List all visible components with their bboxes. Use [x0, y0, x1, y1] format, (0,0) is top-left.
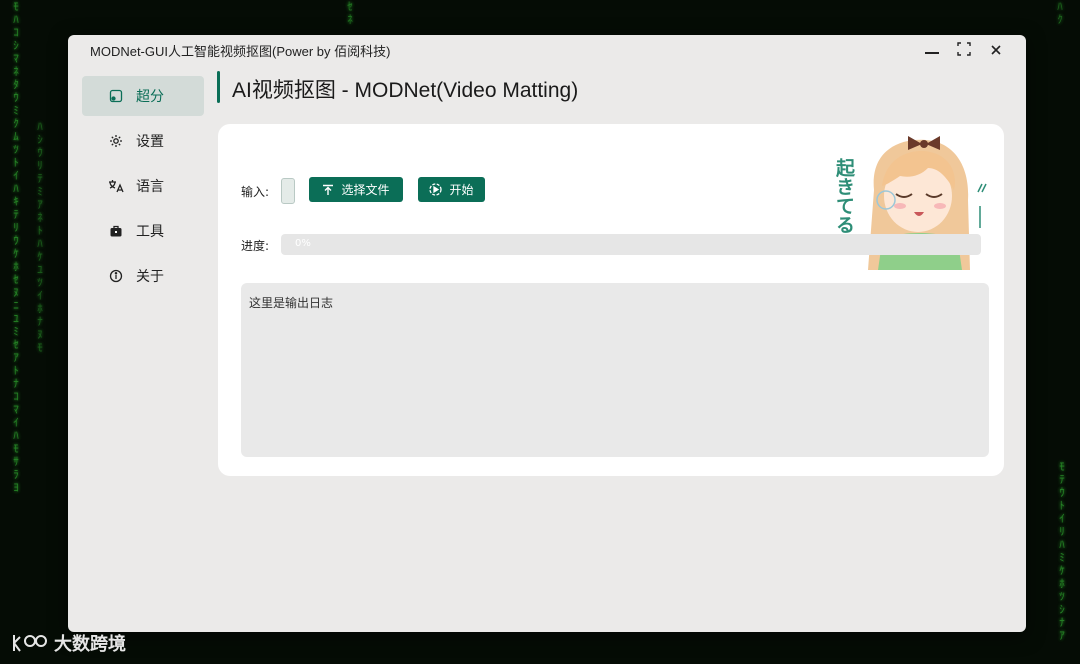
progress-label: 进度:	[241, 239, 270, 253]
translate-icon	[108, 178, 124, 194]
sidebar-item-language[interactable]: 语言	[82, 166, 204, 206]
watermark-text: 大数跨境	[54, 634, 126, 655]
matrix-rain-left: ﾓ ﾊ ｺ ｼ ﾏ ﾈ ﾀ ｳ ﾐ ｸ ﾑ ﾂ ﾄ ｲ ﾊ ｷ ﾃ ﾘ ｳ ｹ …	[13, 0, 19, 494]
choose-file-button[interactable]: 选择文件	[309, 177, 403, 202]
main-card: 起きてる 输入: 选择文件 开始 进度: 0% 这里是输出日志	[218, 124, 1004, 476]
matrix-rain-left-2: ﾊ ｼ ｳ ﾘ ﾃ ﾐ ｱ ﾈ ﾄ ﾊ ｹ ﾕ ﾂ ｲ ﾎ ﾅ ﾇ ﾓ	[37, 120, 43, 354]
maximize-button[interactable]	[948, 39, 980, 63]
matrix-rain-top: ｾ ﾈ	[347, 0, 353, 26]
input-label: 输入:	[241, 185, 270, 199]
progress-text: 0%	[295, 238, 311, 249]
app-title: MODNet-GUI人工智能视频抠图(Power by 佰阅科技)	[90, 44, 391, 59]
mascot-caption: 起きてる	[833, 158, 856, 234]
sidebar-item-label: 语言	[136, 179, 164, 195]
close-icon	[991, 45, 1001, 55]
start-label: 开始	[449, 183, 474, 197]
sidebar-item-super-resolution[interactable]: 超分	[82, 76, 204, 116]
play-circle-icon	[429, 183, 443, 196]
close-button[interactable]	[980, 39, 1012, 63]
minimize-icon	[925, 52, 939, 54]
watermark-logo-icon	[13, 635, 47, 652]
sidebar-item-label: 超分	[136, 89, 164, 105]
sidebar-item-settings[interactable]: 设置	[82, 121, 204, 161]
minimize-button[interactable]	[916, 39, 948, 63]
maximize-icon	[957, 42, 971, 56]
sidebar-item-label: 工具	[136, 224, 164, 240]
gear-icon	[108, 133, 124, 149]
matrix-rain-right: ﾓ ﾃ ｳ ﾄ ｲ ﾘ ﾊ ﾐ ｹ ﾎ ﾂ ｼ ﾅ ｱ	[1059, 460, 1065, 642]
sidebar-item-label: 关于	[136, 269, 164, 285]
matrix-rain-right-top: ﾊ ｸ	[1057, 0, 1063, 26]
sidebar-item-about[interactable]: 关于	[82, 256, 204, 296]
page-title: AI视频抠图 - MODNet(Video Matting)	[232, 79, 579, 102]
app-window: MODNet-GUI人工智能视频抠图(Power by 佰阅科技) 超分 设置	[68, 35, 1026, 632]
input-path-field[interactable]	[281, 178, 295, 204]
upload-icon	[323, 184, 334, 195]
choose-file-label: 选择文件	[341, 183, 390, 197]
start-button[interactable]: 开始	[418, 177, 485, 202]
sidebar: 超分 设置 语言 工具 关于	[82, 76, 204, 301]
title-bar[interactable]: MODNet-GUI人工智能视频抠图(Power by 佰阅科技)	[68, 35, 1026, 65]
title-accent-bar	[217, 71, 220, 103]
sidebar-item-label: 设置	[136, 134, 164, 150]
image-icon	[108, 88, 124, 104]
output-log[interactable]: 这里是输出日志	[241, 283, 989, 457]
info-icon	[108, 268, 124, 284]
watermark: 大数跨境	[10, 630, 126, 656]
progress-bar: 0%	[281, 234, 981, 255]
log-text: 这里是输出日志	[249, 296, 334, 310]
toolbox-icon	[108, 223, 124, 239]
sidebar-item-tools[interactable]: 工具	[82, 211, 204, 251]
